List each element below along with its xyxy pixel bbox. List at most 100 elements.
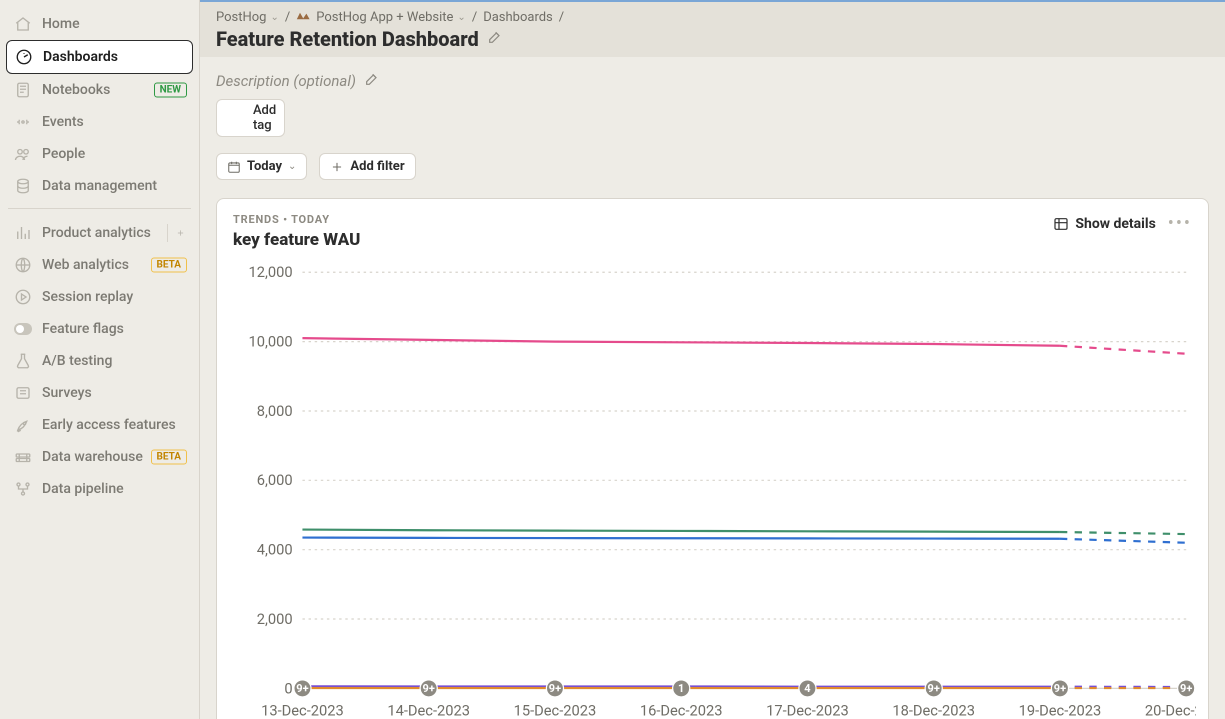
sidebar-item-web-analytics[interactable]: Web analytics BETA [6, 249, 193, 281]
edit-title-button[interactable] [487, 29, 503, 49]
annotation-marker-label: 9+ [549, 682, 561, 695]
annotation-marker-label: 9+ [423, 682, 435, 695]
svg-text:18-Dec-2023: 18-Dec-2023 [892, 701, 975, 719]
sidebar-item-label: Feature flags [42, 321, 124, 337]
sidebar-item-data-management[interactable]: Data management [6, 170, 193, 202]
badge-beta: BETA [151, 450, 188, 465]
annotation-marker-label: 9+ [296, 682, 308, 695]
chevron-down-icon: ⌄ [457, 12, 465, 23]
sidebar-item-data-warehouse[interactable]: Data warehouse BETA [6, 441, 193, 473]
svg-text:10,000: 10,000 [249, 332, 293, 350]
svg-text:6,000: 6,000 [257, 471, 293, 489]
home-icon [14, 15, 32, 33]
svg-text:19-Dec-2023: 19-Dec-2023 [1019, 701, 1102, 719]
annotation-marker-label: 4 [804, 682, 811, 695]
annotation-marker-label: 9+ [1054, 682, 1066, 695]
wh-icon [14, 448, 32, 466]
chevron-down-icon: ⌄ [288, 161, 296, 172]
toggle-icon [14, 320, 32, 338]
card-title: key feature WAU [233, 230, 360, 250]
breadcrumb-label: PostHog [216, 10, 266, 25]
content: Description (optional) Add tag Today ⌄ [200, 57, 1225, 719]
sidebar-item-dashboards[interactable]: Dashboards [6, 40, 193, 74]
sidebar-item-feature-flags[interactable]: Feature flags [6, 313, 193, 345]
sidebar-item-label: A/B testing [42, 353, 112, 369]
show-details-button[interactable]: Show details [1053, 216, 1155, 232]
sidebar-item-label: Events [42, 114, 84, 130]
add-tag-button[interactable]: Add tag [216, 99, 285, 137]
note-icon [14, 81, 32, 99]
survey-icon [14, 384, 32, 402]
sidebar-item-early-access-features[interactable]: Early access features [6, 409, 193, 441]
db-icon [14, 177, 32, 195]
breadcrumb-org[interactable]: PostHog ⌄ [216, 10, 279, 25]
sidebar-item-product-analytics[interactable]: Product analytics [6, 217, 193, 249]
series-series-3-projected [1060, 539, 1186, 543]
page-title: Feature Retention Dashboard [216, 27, 479, 51]
sidebar-item-session-replay[interactable]: Session replay [6, 281, 193, 313]
svg-text:20-Dec-2023: 20-Dec-2023 [1145, 701, 1196, 719]
breadcrumb-project[interactable]: PostHog App + Website ⌄ [296, 10, 466, 25]
breadcrumb-sep: / [559, 10, 564, 25]
badge-beta: BETA [151, 258, 188, 273]
main: PostHog ⌄ / PostHog App + Website ⌄ / Da… [200, 0, 1225, 719]
sidebar-item-label: Home [42, 16, 80, 32]
topbar: PostHog ⌄ / PostHog App + Website ⌄ / Da… [200, 0, 1225, 57]
sidebar-item-label: Product analytics [42, 225, 151, 241]
breadcrumb-label: PostHog App + Website [316, 10, 453, 25]
svg-text:15-Dec-2023: 15-Dec-2023 [514, 701, 597, 719]
globe-icon [14, 256, 32, 274]
sidebar-item-notebooks[interactable]: Notebooks NEW [6, 74, 193, 106]
breadcrumb-label: Dashboards [483, 10, 553, 25]
svg-text:17-Dec-2023: 17-Dec-2023 [766, 701, 849, 719]
more-options-button[interactable]: ••• [1168, 213, 1192, 234]
sidebar-item-a-b-testing[interactable]: A/B testing [6, 345, 193, 377]
sidebar-item-label: Data management [42, 178, 157, 194]
svg-text:16-Dec-2023: 16-Dec-2023 [640, 701, 723, 719]
sidebar-item-label: Session replay [42, 289, 133, 305]
sidebar-item-label: Web analytics [42, 257, 129, 273]
svg-text:0: 0 [284, 679, 292, 697]
date-range-button[interactable]: Today ⌄ [216, 153, 307, 180]
sidebar-item-label: Data warehouse [42, 449, 143, 465]
sidebar-item-label: Dashboards [43, 49, 118, 65]
badge-new: NEW [154, 83, 187, 98]
add-filter-button[interactable]: Add filter [319, 153, 415, 180]
series-series-2 [302, 530, 1060, 532]
sidebar-item-home[interactable]: Home [6, 8, 193, 40]
sidebar-item-label: Surveys [42, 385, 92, 401]
chevron-down-icon: ⌄ [270, 12, 278, 23]
annotation-marker-label: 9+ [928, 682, 940, 695]
chart: 02,0004,0006,0008,00010,00012,00013-Dec-… [229, 260, 1196, 719]
series-series-3 [302, 538, 1060, 539]
edit-description-button[interactable] [364, 71, 380, 91]
breadcrumbs: PostHog ⌄ / PostHog App + Website ⌄ / Da… [216, 10, 1209, 25]
add-tag-label: Add tag [253, 103, 276, 133]
sidebar-item-label: Notebooks [42, 82, 110, 98]
sidebar-divider [8, 208, 191, 209]
annotation-marker-label: 1 [678, 682, 684, 695]
annotation-marker-label: 9+ [1180, 682, 1192, 695]
sidebar: Home Dashboards Notebooks NEW Events People Da… [0, 0, 200, 719]
sidebar-item-label: Data pipeline [42, 481, 124, 497]
sidebar-item-events[interactable]: Events [6, 106, 193, 138]
breadcrumb-sep: / [472, 10, 477, 25]
chart-card: TRENDS • TODAY key feature WAU Show deta… [216, 198, 1209, 719]
sidebar-item-surveys[interactable]: Surveys [6, 377, 193, 409]
sidebar-item-people[interactable]: People [6, 138, 193, 170]
rocket-icon [14, 416, 32, 434]
svg-text:12,000: 12,000 [249, 263, 293, 281]
svg-text:8,000: 8,000 [257, 402, 293, 420]
breadcrumb-section[interactable]: Dashboards [483, 10, 553, 25]
sidebar-item-label: People [42, 146, 85, 162]
svg-text:14-Dec-2023: 14-Dec-2023 [387, 701, 470, 719]
card-kicker: TRENDS • TODAY [233, 213, 360, 226]
add-filter-label: Add filter [350, 159, 404, 174]
date-range-label: Today [247, 159, 282, 174]
sidebar-item-data-pipeline[interactable]: Data pipeline [6, 473, 193, 505]
replay-icon [14, 288, 32, 306]
description-placeholder[interactable]: Description (optional) [216, 72, 356, 90]
show-details-label: Show details [1075, 216, 1155, 232]
series-series-1-projected [1060, 346, 1186, 354]
add-insight-icon[interactable] [167, 224, 185, 242]
